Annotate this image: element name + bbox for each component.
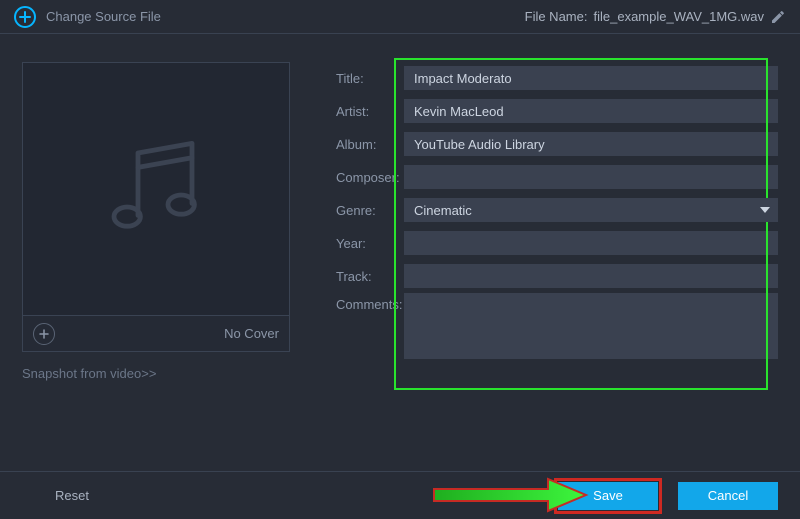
change-source-file-button[interactable]: Change Source File: [14, 6, 161, 28]
cover-footer: No Cover: [22, 316, 290, 352]
change-source-label: Change Source File: [46, 9, 161, 24]
input-comments[interactable]: [404, 293, 778, 359]
cancel-button[interactable]: Cancel: [678, 482, 778, 510]
metadata-form: Title: Artist: Album: Composer: Genre: Y…: [302, 62, 778, 434]
row-title: Title:: [336, 62, 778, 94]
row-comments: Comments:: [336, 293, 778, 359]
label-genre: Genre:: [336, 203, 400, 218]
label-track: Track:: [336, 269, 400, 284]
label-composer: Composer:: [336, 170, 400, 185]
label-year: Year:: [336, 236, 400, 251]
reset-button[interactable]: Reset: [22, 482, 122, 510]
label-album: Album:: [336, 137, 400, 152]
input-composer[interactable]: [404, 165, 778, 189]
label-comments: Comments:: [336, 293, 400, 312]
row-album: Album:: [336, 128, 778, 160]
save-button-highlight-wrap: Save: [558, 482, 658, 510]
label-title: Title:: [336, 71, 400, 86]
row-genre: Genre:: [336, 194, 778, 226]
input-album[interactable]: [404, 132, 778, 156]
row-composer: Composer:: [336, 161, 778, 193]
row-year: Year:: [336, 227, 778, 259]
main-content: No Cover Snapshot from video>> Title: Ar…: [0, 34, 800, 444]
input-genre[interactable]: [404, 198, 778, 222]
file-name-value: file_example_WAV_1MG.wav: [593, 9, 764, 24]
input-title[interactable]: [404, 66, 778, 90]
cover-art-placeholder: [22, 62, 290, 316]
input-artist[interactable]: [404, 99, 778, 123]
add-cover-button[interactable]: [33, 323, 55, 345]
cover-column: No Cover Snapshot from video>>: [22, 62, 302, 434]
file-name-label: File Name:: [525, 9, 588, 24]
row-track: Track:: [336, 260, 778, 292]
input-year[interactable]: [404, 231, 778, 255]
select-genre[interactable]: [404, 198, 778, 222]
edit-filename-icon[interactable]: [770, 9, 786, 25]
label-artist: Artist:: [336, 104, 400, 119]
header-bar: Change Source File File Name: file_examp…: [0, 0, 800, 34]
music-note-icon: [96, 129, 216, 249]
save-button[interactable]: Save: [558, 482, 658, 510]
footer-bar: Reset Save Cancel: [0, 471, 800, 519]
no-cover-label: No Cover: [224, 326, 279, 341]
plus-icon: [38, 328, 50, 340]
row-artist: Artist:: [336, 95, 778, 127]
input-track[interactable]: [404, 264, 778, 288]
plus-circle-icon: [14, 6, 36, 28]
file-name-display: File Name: file_example_WAV_1MG.wav: [525, 9, 786, 25]
snapshot-from-video-link[interactable]: Snapshot from video>>: [22, 366, 302, 381]
